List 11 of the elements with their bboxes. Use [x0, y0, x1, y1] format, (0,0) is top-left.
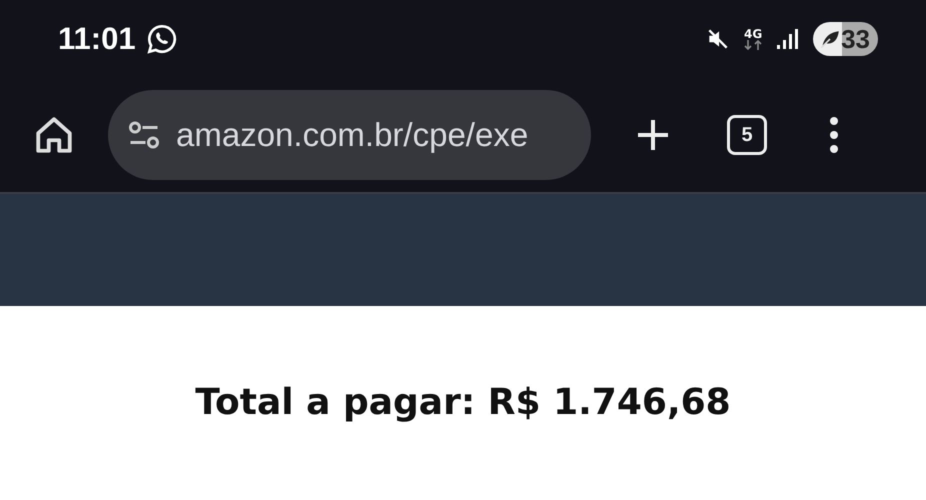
more-menu-icon[interactable]: [829, 115, 839, 155]
network-type: 4G: [744, 28, 762, 40]
data-arrows-icon: [743, 40, 764, 50]
tab-switcher-button[interactable]: 5: [727, 115, 767, 155]
signal-icon: [775, 27, 800, 51]
clock-time: 11:01: [58, 21, 136, 57]
battery-indicator: 33: [813, 22, 878, 56]
chat-bubble-icon: [146, 23, 178, 55]
address-bar[interactable]: amazon.com.br/cpe/exe: [108, 90, 591, 180]
url-text: amazon.com.br/cpe/exe: [176, 116, 528, 154]
total-amount: Total a pagar: R$ 1.746,68: [195, 382, 731, 425]
